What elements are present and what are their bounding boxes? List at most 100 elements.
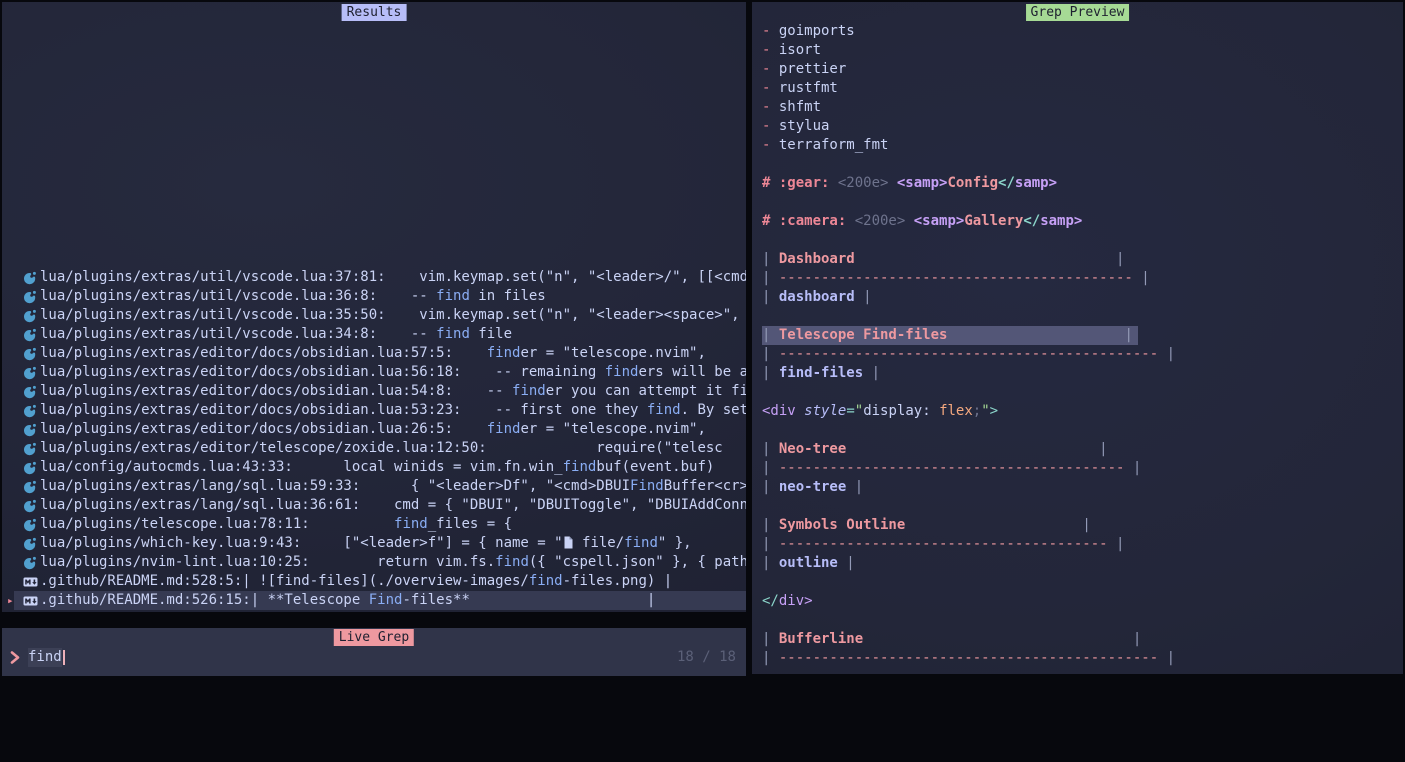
text-segment: | [863,365,880,381]
search-query[interactable]: find [28,648,62,667]
text-segment: ----------------------------------------… [779,346,1158,362]
lua-icon [23,479,37,495]
result-row[interactable]: lua/plugins/extras/editor/docs/obsidian.… [2,344,746,363]
result-row[interactable]: lua/config/autocmds.lua:43:33: local win… [2,458,746,477]
result-row[interactable]: lua/plugins/extras/util/vscode.lua:36:8:… [2,287,746,306]
selection-caret-icon: ▸ [7,591,14,610]
result-row[interactable]: lua/plugins/extras/editor/telescope/zoxi… [2,439,746,458]
text-segment: find [624,535,658,551]
result-row[interactable]: lua/plugins/extras/lang/sql.lua:36:61: c… [2,496,746,515]
preview-line-text: # :gear: <200e> <samp>Config</samp> [762,174,1057,193]
text-segment: terraform_fmt [779,137,889,153]
preview-line-text: | Symbols Outline | [762,516,1091,535]
preview-line-text: | --------------------------------------… [762,535,1124,554]
result-row[interactable]: lua/plugins/extras/editor/docs/obsidian.… [2,382,746,401]
text-segment: | [1124,327,1132,343]
result-row[interactable]: lua/plugins/extras/util/vscode.lua:35:50… [2,306,746,325]
text-segment: isort [779,42,821,58]
preview-content: - goimports- isort- prettier- rustfmt- s… [762,22,1399,668]
text-segment: lua/plugins/extras/util/vscode.lua:36:8:… [40,288,436,304]
text-segment: samp> [1015,175,1057,191]
text-segment: find [647,402,681,418]
lua-icon [23,308,37,324]
text-segment: lua/plugins/which-key.lua:9:43: ["<leade… [40,535,563,551]
prompt-input[interactable]: find 18 / 18 [2,648,746,667]
text-segment: | [762,346,779,362]
result-row[interactable]: lua/plugins/which-key.lua:9:43: ["<leade… [2,534,746,553]
preview-line-text: | dashboard | [762,288,872,307]
preview-line: | Neo-tree | [762,440,1399,459]
result-row-selected[interactable]: ▸ .github/README.md:526:15:| **Telescope… [2,591,746,610]
result-row[interactable]: lua/plugins/extras/util/vscode.lua:37:81… [2,268,746,287]
result-row[interactable]: lua/plugins/nvim-lint.lua:10:25: return … [2,553,746,572]
result-row[interactable]: .github/README.md:528:5:| ![find-files](… [2,572,746,591]
text-segment: | [1116,251,1124,267]
preview-line: | --------------------------------------… [762,269,1399,288]
preview-line-text: | --------------------------------------… [762,459,1141,478]
text-segment: -files** | [402,592,655,608]
text-segment [888,175,896,191]
text-segment: | [1082,517,1090,533]
text-segment: | [838,555,855,571]
text-segment: <200e> [855,213,906,229]
text-segment: | [762,517,779,533]
text-segment: | [1158,346,1175,362]
result-row[interactable]: lua/plugins/extras/editor/docs/obsidian.… [2,420,746,439]
text-segment: neo-tree [779,479,846,495]
results-list: lua/plugins/extras/util/vscode.lua:37:81… [2,268,746,610]
preview-line: | outline | [762,554,1399,573]
text-segment: lua/plugins/extras/lang/sql.lua:59:33: {… [40,478,630,494]
text-segment: Dashboard [779,251,855,267]
preview-line: </div> [762,592,1399,611]
text-segment: | [1133,270,1150,286]
preview-line: # :camera: <200e> <samp>Gallery</samp> [762,212,1399,231]
results-window: Results lua/plugins/extras/util/vscode.l… [2,2,746,612]
text-segment: find [512,383,546,399]
preview-line-text: | --------------------------------------… [762,269,1150,288]
preview-line: | neo-tree | [762,478,1399,497]
lua-icon [23,384,37,400]
text-segment: " }, [658,535,692,551]
text-segment: Bufferline [779,631,863,647]
preview-line-text: - prettier [762,60,846,79]
result-row[interactable]: lua/plugins/extras/lang/sql.lua:59:33: {… [2,477,746,496]
lua-icon [23,422,37,438]
text-segment: | [1158,650,1175,666]
text-segment: shfmt [779,99,821,115]
text-cursor [63,650,65,665]
text-segment: find [436,288,470,304]
text-segment: div> [779,593,813,609]
text-segment: find [436,326,470,342]
text-segment: find [394,516,428,532]
text-segment: ----------------------------------------… [779,650,1158,666]
preview-line: - terraform_fmt [762,136,1399,155]
text-segment: lua/plugins/extras/util/vscode.lua:34:8:… [40,326,436,342]
preview-line-text: | --------------------------------------… [762,649,1175,668]
text-segment: in files [470,288,546,304]
text-segment: Symbols Outline [779,517,905,533]
text-segment: lua/plugins/telescope.lua:78:11: [40,516,394,532]
text-segment: --------------------------------------- [779,536,1108,552]
result-row[interactable]: lua/plugins/extras/util/vscode.lua:34:8:… [2,325,746,344]
lua-icon [23,536,37,552]
text-segment: lua/config/autocmds.lua:43:33: local win… [40,459,563,475]
file-icon [563,535,574,550]
preview-line [762,155,1399,174]
text-segment: - [762,80,779,96]
result-row[interactable]: lua/plugins/extras/editor/docs/obsidian.… [2,401,746,420]
preview-line-text: # :camera: <200e> <samp>Gallery</samp> [762,212,1082,231]
text-segment [905,213,913,229]
result-row[interactable]: lua/plugins/telescope.lua:78:11: find_fi… [2,515,746,534]
text-segment: find [487,345,521,361]
text-segment: lua/plugins/extras/editor/docs/obsidian.… [40,402,647,418]
preview-line-text: | Bufferline | [762,630,1141,649]
preview-line: | Bufferline | [762,630,1399,649]
text-segment: find [605,364,639,380]
text-segment: " [855,403,863,419]
lua-icon [23,441,37,457]
preview-line: - goimports [762,22,1399,41]
result-row[interactable]: lua/plugins/extras/editor/docs/obsidian.… [2,363,746,382]
markdown-icon [23,574,38,590]
text-segment: | [762,289,779,305]
preview-line-text: - isort [762,41,821,60]
